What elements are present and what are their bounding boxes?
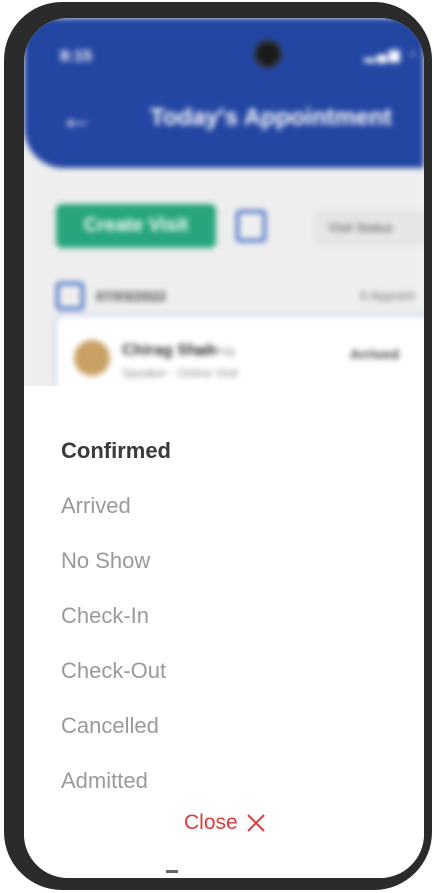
appointment-status: Arrived [350,346,400,362]
camera-cutout [254,40,282,68]
status-time: 8:15 [60,48,93,65]
status-bottom-sheet: Confirmed Arrived No Show Check-In Check… [24,386,424,878]
screen: 8:15 ▂▄▆ ◔ ← Today's Appointment Create … [24,18,424,878]
page-title: Today's Appointment [150,104,392,131]
avatar [74,340,110,376]
patient-age: (45 Yrs) [196,346,235,358]
status-option-cancelled[interactable]: Cancelled [61,713,159,739]
status-option-check-in[interactable]: Check-In [61,603,149,629]
status-option-no-show[interactable]: No Show [61,548,150,574]
appointment-date: 07/03/2022 [96,288,167,304]
background-app: 8:15 ▂▄▆ ◔ ← Today's Appointment Create … [24,18,424,404]
app-header: 8:15 ▂▄▆ ◔ ← Today's Appointment [24,18,424,168]
home-indicator [166,870,178,873]
status-option-admitted[interactable]: Admitted [61,768,148,794]
status-option-arrived[interactable]: Arrived [61,493,131,519]
status-option-confirmed[interactable]: Confirmed [61,438,171,464]
patient-visit-type: Speaker · Online Visit [122,366,238,380]
status-option-check-out[interactable]: Check-Out [61,658,166,684]
filter-icon[interactable] [236,210,266,242]
arrow-left-icon[interactable]: ← [60,98,94,138]
close-x-icon [246,814,265,832]
create-visit-button[interactable]: Create Visit [56,204,216,248]
appointment-count: 6 Appoint [360,288,415,303]
close-label: Close [184,811,238,834]
status-icons: ▂▄▆ ◔ [364,46,418,62]
phone-frame: 8:15 ▂▄▆ ◔ ← Today's Appointment Create … [4,2,432,890]
calendar-icon[interactable] [56,282,84,310]
close-button[interactable]: Close [184,811,266,835]
visit-status-dropdown[interactable]: Visit Status [314,210,424,246]
